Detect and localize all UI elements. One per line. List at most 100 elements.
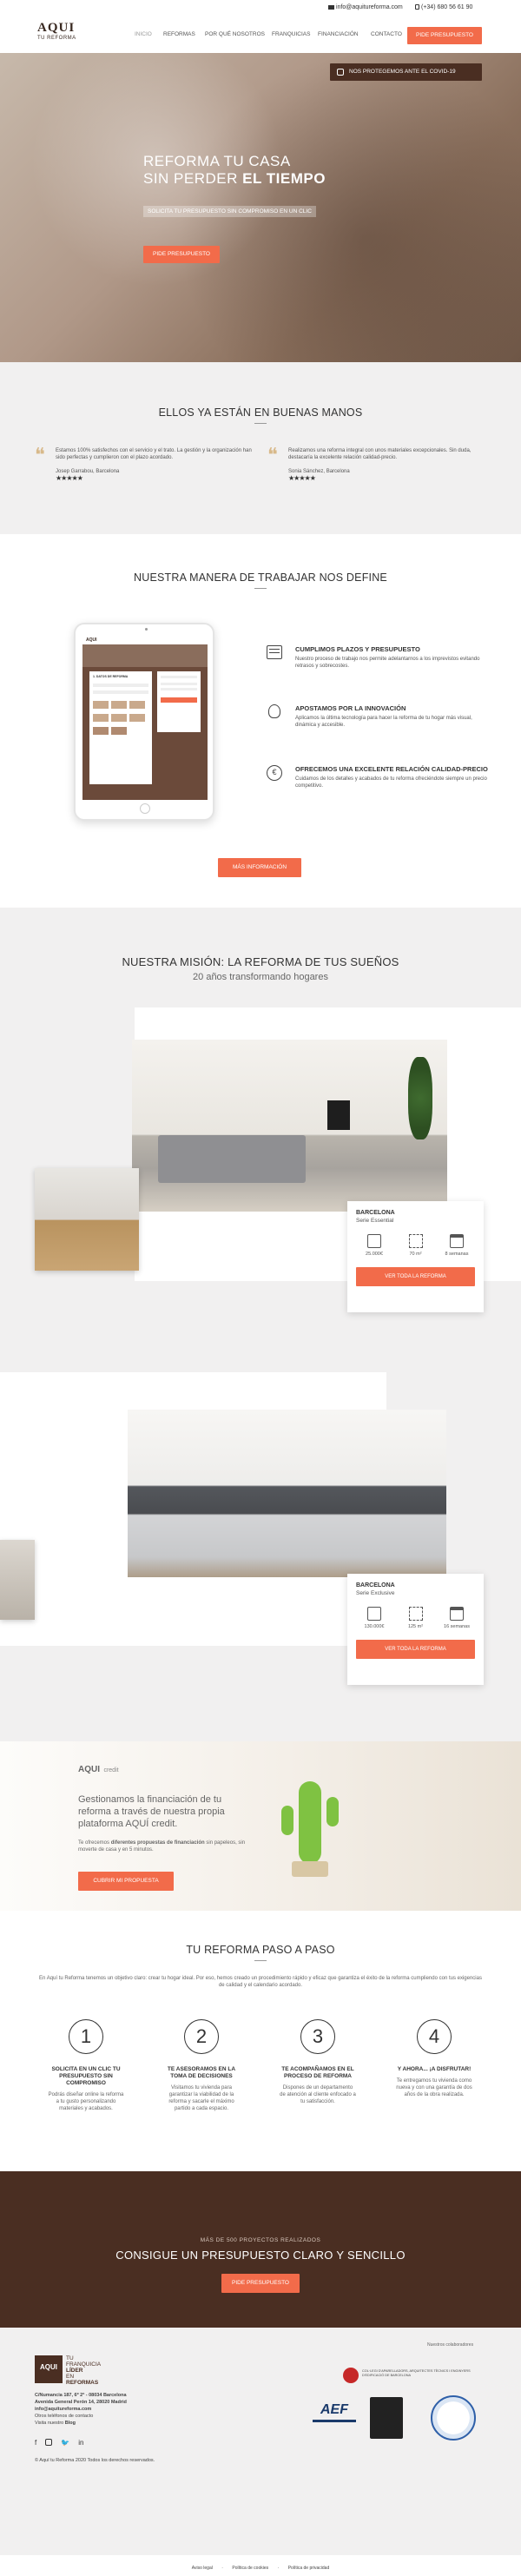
twitter-icon[interactable]: 🐦 xyxy=(61,2439,69,2447)
rating-stars: ★★★★★ xyxy=(288,474,316,482)
brand-tagline: TU REFORMA xyxy=(37,36,76,41)
aef-text: AEF xyxy=(320,2402,348,2417)
facebook-icon[interactable]: f xyxy=(35,2439,36,2447)
instagram-icon[interactable] xyxy=(45,2439,53,2446)
step-number: 3 xyxy=(300,2019,335,2054)
collab-logo-col-legi[interactable]: COL·LEGI D'APARELLADORS, ARQUITECTES TÈC… xyxy=(343,2368,489,2383)
testimonial-card: ❝ Realizamos una reforma integral con un… xyxy=(267,444,493,482)
footer-brand[interactable]: AQUI TU FRANQUICIA LÍDER EN REFORMAS xyxy=(35,2355,101,2386)
method-cta-button[interactable]: MÁS INFORMACIÓN xyxy=(218,858,301,877)
nav-cta-button[interactable]: PIDE PRESUPUESTO xyxy=(407,27,482,44)
nav-inicio[interactable]: INICIO xyxy=(135,31,152,37)
step-number: 2 xyxy=(184,2019,219,2054)
step-number: 4 xyxy=(417,2019,452,2054)
nav-por-que-nosotros[interactable]: POR QUÉ NOSOTROS xyxy=(205,31,265,37)
banner-eyebrow: MÁS DE 500 PROYECTOS REALIZADOS xyxy=(200,2237,321,2243)
tablet-screen-logo: AQUI xyxy=(82,635,208,644)
step-title: TE ASESORAMOS EN LA TOMA DE DECISIONES xyxy=(167,2066,236,2079)
tablet-screen-form: 1. DATOS DE REFORMA xyxy=(89,671,152,784)
footer-logo: AQUI xyxy=(35,2355,63,2383)
steps-section: TU REFORMA PASO A PASO En Aquí tu Reform… xyxy=(0,1911,521,2171)
tablet-mockup: AQUI 1. DATOS DE REFORMA xyxy=(74,623,214,821)
footer-address2: Avenida General Perón 14, 28020 Madrid xyxy=(35,2400,127,2405)
euro-icon: € xyxy=(267,765,282,781)
view-project-button[interactable]: VER TODA LA REFORMA xyxy=(356,1267,475,1286)
footer-address1: C/Numancia 187, 6º 2ª - 08034 Barcelona xyxy=(35,2393,127,2398)
stat-area-value: 125 m² xyxy=(407,1624,424,1629)
feature-text: Nuestro proceso de trabajo nos permite a… xyxy=(295,657,480,669)
area-icon xyxy=(408,1234,423,1248)
brand-logo[interactable]: AQUI TU REFORMA xyxy=(37,21,77,47)
footer-badge: TU FRANQUICIA LÍDER EN REFORMAS xyxy=(66,2355,101,2386)
covid-badge[interactable]: NOS PROTEGEMOS ANTE EL COVID-19 xyxy=(330,63,482,81)
steps-intro: En Aquí tu Reforma tenemos un objetivo c… xyxy=(39,1976,482,1988)
budget-icon xyxy=(367,1607,381,1621)
hero-section: NOS PROTEGEMOS ANTE EL COVID-19 REFORMA … xyxy=(0,53,521,362)
testimonial-text: Realizamos una reforma integral con unos… xyxy=(288,448,472,460)
credit-cta-button[interactable]: CUBRIR MI PROPUESTA xyxy=(78,1872,174,1891)
mission-section: NUESTRA MISIÓN: LA REFORMA DE TUS SUEÑOS… xyxy=(0,908,521,1741)
tablet-home-button xyxy=(140,803,150,814)
linkedin-icon[interactable]: in xyxy=(78,2439,83,2447)
footer-blog-link[interactable]: Blog xyxy=(65,2421,76,2426)
nav-contacto[interactable]: CONTACTO xyxy=(371,31,402,37)
calendar-icon xyxy=(450,1607,464,1621)
footer-copyright: © Aquí tu Reforma 2020 Todos los derecho… xyxy=(35,2458,155,2463)
stat-area: 125 m² xyxy=(398,1607,434,1629)
step-title: TE ACOMPAÑAMOS EN EL PROCESO DE REFORMA xyxy=(281,2066,354,2079)
credit-logo-sub: credit xyxy=(103,1767,119,1773)
email-link[interactable]: info@aquitureforma.com xyxy=(328,4,403,10)
view-project-button[interactable]: VER TODA LA REFORMA xyxy=(356,1640,475,1659)
project-photo-kitchen xyxy=(128,1410,446,1577)
collab-logo-badge[interactable] xyxy=(370,2397,403,2439)
mission-title: NUESTRA MISIÓN: LA REFORMA DE TUS SUEÑOS xyxy=(122,955,399,968)
badge-line: FRANQUICIA xyxy=(66,2361,102,2368)
tablet-form-heading: 1. DATOS DE REFORMA xyxy=(93,675,129,678)
feature-item: APOSTAMOS POR LA INNOVACIÓN Aplicamos la… xyxy=(267,704,488,729)
method-heading: NUESTRA MANERA DE TRABAJAR NOS DEFINE xyxy=(0,571,521,589)
feature-text: Aplicamos la última tecnología para hace… xyxy=(295,716,472,728)
step-number: 1 xyxy=(69,2019,103,2054)
credit-text: Gestionamos la financiación de tu reform… xyxy=(78,1794,225,1829)
credit-logo: AQUI credit xyxy=(78,1760,119,1776)
brand-logo-text: AQUI xyxy=(37,21,76,35)
step-item: 3 TE ACOMPAÑAMOS EN EL PROCESO DE REFORMA… xyxy=(280,2019,356,2105)
credit-logo-text: AQUI xyxy=(78,1765,100,1774)
nav-reformas[interactable]: REFORMAS xyxy=(163,31,195,37)
nav-financiacion[interactable]: FINANCIACIÓN xyxy=(318,31,359,37)
steps-title: TU REFORMA PASO A PASO xyxy=(186,1944,335,1956)
hero-title-line1: REFORMA TU CASA xyxy=(143,153,291,169)
badge-line: LÍDER xyxy=(66,2368,83,2374)
tablet-screen: AQUI 1. DATOS DE REFORMA xyxy=(82,635,208,800)
step-title: Y AHORA... ¡A DISFRUTAR! xyxy=(397,2066,472,2072)
covid-badge-text: NOS PROTEGEMOS ANTE EL COVID-19 xyxy=(349,69,456,75)
legal-link-aviso[interactable]: Aviso legal xyxy=(192,2566,213,2571)
area-icon xyxy=(408,1607,423,1621)
hero-title: REFORMA TU CASA SIN PERDER EL TIEMPO xyxy=(143,153,326,188)
stat-price: 130.000€ xyxy=(356,1607,392,1629)
footer-phones-link[interactable]: Otros teléfonos de contacto xyxy=(35,2413,127,2420)
rating-stars: ★★★★★ xyxy=(56,474,83,482)
project-city: BARCELONA xyxy=(356,1210,395,1216)
hero-title-line2: SIN PERDER xyxy=(143,170,243,187)
project-stats: 130.000€ 125 m² 16 semanas xyxy=(356,1607,475,1629)
project-photo-side xyxy=(0,1540,35,1620)
legal-link-privacidad[interactable]: Política de privacidad xyxy=(288,2566,330,2571)
phone-text: (+34) 680 56 61 90 xyxy=(421,4,473,10)
stat-duration-value: 16 semanas xyxy=(444,1624,470,1629)
footer-email[interactable]: info@aquitureforma.com xyxy=(35,2406,127,2413)
phone-link[interactable]: (+34) 680 56 61 90 xyxy=(415,4,472,10)
project-city: BARCELONA xyxy=(356,1582,395,1589)
cta-banner-section: MÁS DE 500 PROYECTOS REALIZADOS CONSIGUE… xyxy=(0,2171,521,2328)
testimonial-card: ❝ Estamos 100% satisfechos con el servic… xyxy=(35,444,260,482)
collab-logo-seal[interactable] xyxy=(431,2395,476,2441)
banner-cta-button[interactable]: PIDE PRESUPUESTO xyxy=(221,2274,300,2293)
feature-text: Cuidamos de los detalles y acabados de t… xyxy=(295,776,487,789)
nav-franquicias[interactable]: FRANQUICIAS xyxy=(272,31,310,37)
badge-line: TU xyxy=(66,2355,74,2361)
legal-link-cookies[interactable]: Política de cookies xyxy=(232,2566,268,2571)
footer: AQUI TU FRANQUICIA LÍDER EN REFORMAS C/N… xyxy=(0,2328,521,2576)
collab-logo-aef[interactable]: AEF xyxy=(313,2402,356,2434)
main-navbar: AQUI TU REFORMA INICIO REFORMAS POR QUÉ … xyxy=(0,15,521,53)
hero-cta-button[interactable]: PIDE PRESUPUESTO xyxy=(143,246,220,263)
